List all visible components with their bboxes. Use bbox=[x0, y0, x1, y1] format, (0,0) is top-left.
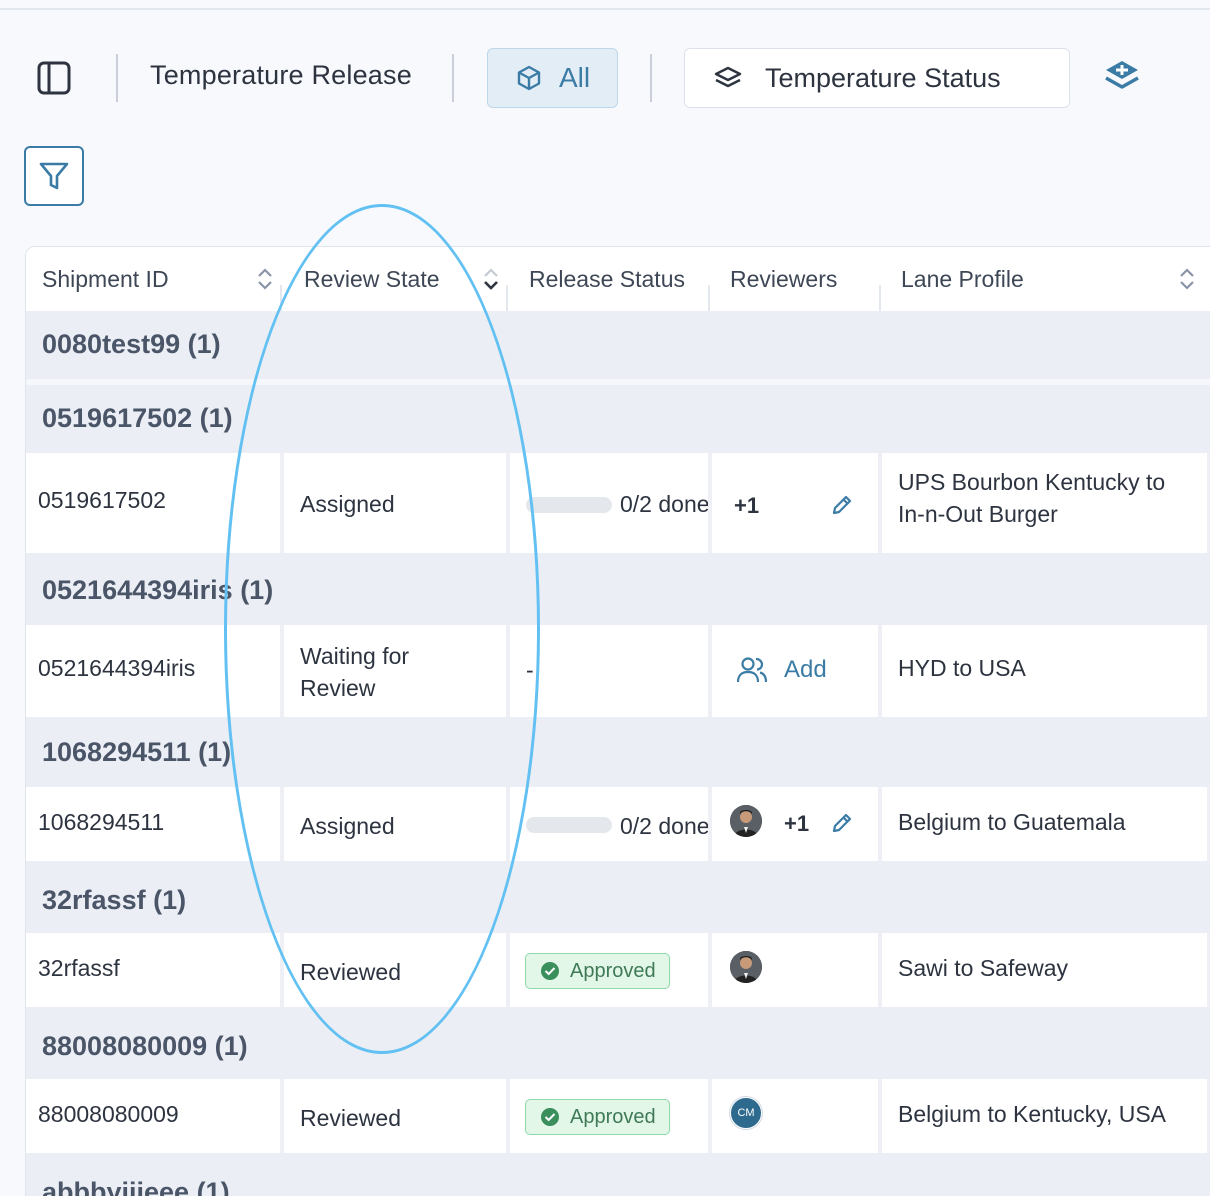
release-status: - bbox=[526, 657, 534, 683]
review-state: Reviewed bbox=[300, 1105, 401, 1131]
table-header: Shipment ID Review State Release Status … bbox=[26, 247, 1210, 311]
review-state: Waiting for bbox=[300, 643, 410, 669]
lane-profile: Belgium to Kentucky, USA bbox=[898, 1101, 1167, 1127]
add-view-button[interactable] bbox=[1100, 56, 1144, 100]
lane-profile: UPS Bourbon Kentucky to bbox=[898, 469, 1166, 495]
column-header-lane-profile[interactable]: Lane Profile bbox=[901, 247, 1161, 311]
table-row[interactable]: 0519617502 Assigned 0/2 done +1 UPS Bour… bbox=[26, 453, 1210, 553]
review-state: Assigned bbox=[300, 491, 395, 517]
column-header-review-state[interactable]: Review State bbox=[304, 247, 504, 311]
sort-descending-icon[interactable] bbox=[482, 265, 500, 293]
toolbar: Temperature Release All Temperature Stat… bbox=[0, 48, 1210, 108]
group-header[interactable]: abbbyiiieee (1) bbox=[26, 1153, 1210, 1196]
review-state: Assigned bbox=[300, 813, 395, 839]
approved-badge: Approved bbox=[525, 1099, 670, 1135]
lane-profile: In-n-Out Burger bbox=[898, 501, 1058, 527]
filter-button[interactable] bbox=[24, 146, 84, 206]
column-header-shipment-id[interactable]: Shipment ID bbox=[42, 247, 282, 311]
check-circle-icon bbox=[541, 1108, 559, 1126]
table-row[interactable]: 1068294511 Assigned 0/2 done +1 Belgium … bbox=[26, 787, 1210, 861]
shipments-table: Shipment ID Review State Release Status … bbox=[25, 246, 1210, 1196]
column-header-reviewers[interactable]: Reviewers bbox=[730, 247, 890, 311]
sidebar-toggle-button[interactable] bbox=[34, 58, 74, 98]
header-divider bbox=[506, 285, 508, 311]
release-progress-bar bbox=[526, 497, 612, 513]
person-photo-icon bbox=[730, 805, 762, 837]
header-divider bbox=[879, 285, 881, 311]
edit-reviewers-icon[interactable] bbox=[830, 811, 854, 835]
add-reviewer-label: Add bbox=[784, 656, 827, 683]
group-header[interactable]: 0521644394iris (1) bbox=[26, 553, 1210, 625]
sort-icon[interactable] bbox=[256, 265, 274, 293]
temperature-status-label: Temperature Status bbox=[765, 62, 1001, 93]
table-row[interactable]: 32rfassf Reviewed Approved Sawi to Safew… bbox=[26, 933, 1210, 1007]
review-state: Review bbox=[300, 675, 376, 701]
add-layer-icon bbox=[1105, 61, 1139, 89]
group-header[interactable]: 1068294511 (1) bbox=[26, 717, 1210, 787]
shipment-id: 0519617502 bbox=[38, 487, 166, 513]
top-divider bbox=[0, 8, 1210, 10]
release-progress-text: 0/2 done bbox=[620, 491, 710, 517]
header-divider bbox=[280, 285, 282, 311]
group-header[interactable]: 0080test99 (1) bbox=[26, 311, 1210, 379]
sidebar-panel-icon bbox=[37, 61, 71, 95]
approved-badge: Approved bbox=[525, 953, 670, 989]
review-state: Reviewed bbox=[300, 959, 401, 985]
shipment-id: 0521644394iris bbox=[38, 655, 196, 681]
release-progress-text: 0/2 done bbox=[620, 813, 710, 839]
reviewers-extra-count[interactable]: +1 bbox=[784, 811, 809, 837]
group-header[interactable]: 32rfassf (1) bbox=[26, 861, 1210, 933]
cube-icon bbox=[517, 65, 541, 91]
group-header[interactable]: 0519617502 (1) bbox=[26, 385, 1210, 453]
shipment-id: 88008080009 bbox=[38, 1101, 179, 1127]
lane-profile: Belgium to Guatemala bbox=[898, 809, 1126, 835]
shipment-id: 32rfassf bbox=[38, 955, 120, 981]
all-view-button[interactable]: All bbox=[487, 48, 618, 108]
filter-icon bbox=[39, 162, 69, 190]
add-reviewer-button[interactable]: Add bbox=[736, 655, 827, 685]
page-title: Temperature Release bbox=[150, 60, 412, 90]
release-progress-bar bbox=[526, 817, 612, 833]
users-icon bbox=[736, 657, 768, 683]
lane-profile: Sawi to Safeway bbox=[898, 955, 1069, 981]
temperature-status-view-button[interactable]: Temperature Status bbox=[684, 48, 1070, 108]
shipment-id: 1068294511 bbox=[38, 809, 165, 835]
group-header[interactable]: 88008080009 (1) bbox=[26, 1007, 1210, 1079]
table-row[interactable]: 0521644394iris Waiting for Review - Add bbox=[26, 625, 1210, 717]
all-view-label: All bbox=[558, 62, 591, 93]
layers-icon bbox=[714, 66, 742, 88]
toolbar-divider bbox=[116, 54, 118, 102]
reviewers-extra-count[interactable]: +1 bbox=[734, 493, 759, 519]
person-photo-icon bbox=[730, 951, 762, 983]
reviewer-avatar[interactable]: CM bbox=[730, 1097, 762, 1129]
sort-icon[interactable] bbox=[1178, 265, 1196, 293]
edit-reviewers-icon[interactable] bbox=[830, 493, 854, 517]
header-divider bbox=[708, 285, 710, 311]
column-header-release-status[interactable]: Release Status bbox=[529, 247, 719, 311]
check-circle-icon bbox=[541, 962, 559, 980]
reviewer-avatar[interactable] bbox=[730, 805, 762, 837]
lane-profile: HYD to USA bbox=[898, 655, 1026, 681]
table-row[interactable]: 88008080009 Reviewed Approved CM Belgium… bbox=[26, 1079, 1210, 1153]
toolbar-divider bbox=[650, 54, 652, 102]
toolbar-divider bbox=[452, 54, 454, 102]
reviewer-avatar[interactable] bbox=[730, 951, 762, 983]
